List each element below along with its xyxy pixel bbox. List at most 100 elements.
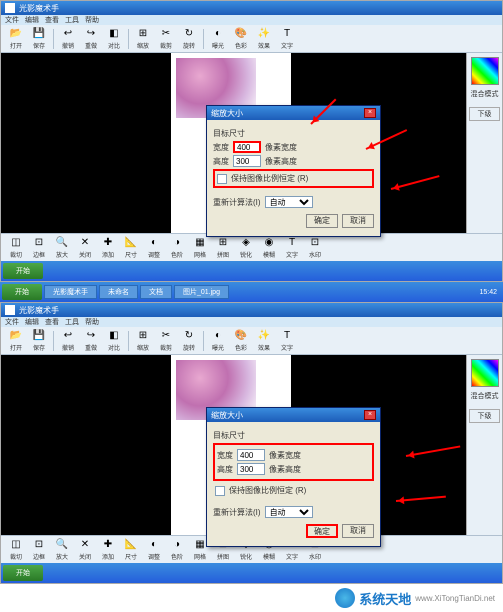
system-tray[interactable]: 15:42	[475, 289, 501, 296]
task-item[interactable]: 光影魔术手	[44, 285, 97, 299]
menu-help[interactable]: 帮助	[85, 317, 99, 327]
blur-icon: ◉	[262, 236, 276, 250]
color-swatch[interactable]	[471, 359, 499, 387]
bt-text[interactable]: T文字	[281, 236, 303, 260]
bt-watermark[interactable]: ⊡水印	[304, 236, 326, 260]
color-swatch[interactable]	[471, 57, 499, 85]
blend-mode-label: 混合模式	[469, 89, 500, 99]
menubar[interactable]: 文件 编辑 查看 工具 帮助	[1, 317, 502, 327]
tb-redo[interactable]: ↪重做	[80, 329, 102, 353]
tb-crop[interactable]: ✂裁剪	[155, 329, 177, 353]
zoom2-icon: 🔍	[55, 538, 69, 552]
menu-file[interactable]: 文件	[5, 317, 19, 327]
start-button[interactable]: 开始	[2, 284, 42, 300]
tb-undo[interactable]: ↩撤销	[57, 329, 79, 353]
exposure-icon: ◐	[211, 27, 225, 41]
ok-button[interactable]: 确定	[306, 214, 338, 228]
tb-effect[interactable]: ✨效果	[253, 27, 275, 51]
height-input[interactable]	[237, 463, 265, 475]
bt-blur[interactable]: ◉模糊	[258, 236, 280, 260]
task-item[interactable]: 文档	[140, 285, 172, 299]
bt-level[interactable]: ◑色阶	[166, 236, 188, 260]
bt-grid[interactable]: ▦网格	[189, 236, 211, 260]
grid-icon: ▦	[193, 538, 207, 552]
dialog-titlebar[interactable]: 缩放大小 ×	[207, 408, 380, 422]
tb-text[interactable]: T文字	[276, 329, 298, 353]
bt-close[interactable]: ✕关闭	[74, 236, 96, 260]
start-button[interactable]: 开始	[3, 263, 43, 279]
menu-edit[interactable]: 编辑	[25, 15, 39, 25]
menu-file[interactable]: 文件	[5, 15, 19, 25]
dialog-titlebar[interactable]: 缩放大小 ×	[207, 106, 380, 120]
watermark-brand: 系统天地	[359, 589, 411, 608]
bt-crop[interactable]: ◫裁切	[5, 236, 27, 260]
start-button[interactable]: 开始	[3, 565, 43, 581]
tb-save[interactable]: 💾保存	[28, 329, 50, 353]
method-select[interactable]: 自动	[265, 506, 313, 518]
method-select[interactable]: 自动	[265, 196, 313, 208]
tb-zoom[interactable]: ⊞缩放	[132, 27, 154, 51]
tb-zoom[interactable]: ⊞缩放	[132, 329, 154, 353]
level-icon: ◑	[170, 538, 184, 552]
cancel-button[interactable]: 取消	[342, 524, 374, 538]
tb-compare[interactable]: ◧对比	[103, 329, 125, 353]
tb-rotate[interactable]: ↻旋转	[178, 329, 200, 353]
bt-zoom[interactable]: 🔍放大	[51, 236, 73, 260]
tb-open[interactable]: 📂打开	[5, 27, 27, 51]
menu-tool[interactable]: 工具	[65, 15, 79, 25]
cancel-button[interactable]: 取消	[342, 214, 374, 228]
tb-color[interactable]: 🎨色彩	[230, 329, 252, 353]
menu-view[interactable]: 查看	[45, 15, 59, 25]
tb-rotate[interactable]: ↻旋转	[178, 27, 200, 51]
save-icon: 💾	[32, 27, 46, 41]
tb-text[interactable]: T文字	[276, 27, 298, 51]
app-icon	[5, 3, 15, 13]
height-input[interactable]	[233, 155, 261, 167]
ok-button[interactable]: 确定	[306, 524, 338, 538]
close-icon[interactable]: ×	[364, 108, 376, 118]
width-input[interactable]	[237, 449, 265, 461]
tb-color[interactable]: 🎨色彩	[230, 27, 252, 51]
separator	[128, 29, 129, 49]
task-item[interactable]: 图片_01.jpg	[174, 285, 229, 299]
tb-undo[interactable]: ↩撤销	[57, 27, 79, 51]
lock-ratio-checkbox[interactable]	[217, 174, 227, 184]
tb-open[interactable]: 📂打开	[5, 329, 27, 353]
size-icon: 📐	[124, 236, 138, 250]
lock-ratio-checkbox[interactable]	[215, 486, 225, 496]
close-icon[interactable]: ×	[364, 410, 376, 420]
menu-help[interactable]: 帮助	[85, 15, 99, 25]
bt-border[interactable]: ⊡边框	[28, 236, 50, 260]
compare-icon: ◧	[107, 27, 121, 41]
next-level-button[interactable]: 下级	[469, 107, 500, 121]
tb-compare[interactable]: ◧对比	[103, 27, 125, 51]
add-icon: ✚	[101, 236, 115, 250]
task-item[interactable]: 未命名	[99, 285, 138, 299]
adjust-icon: ◐	[147, 538, 161, 552]
next-level-button[interactable]: 下级	[469, 409, 500, 423]
text2-icon: T	[285, 236, 299, 250]
bt-size[interactable]: 📐尺寸	[120, 236, 142, 260]
bt-sharpen[interactable]: ◈锐化	[235, 236, 257, 260]
tb-crop[interactable]: ✂裁剪	[155, 27, 177, 51]
tb-exposure[interactable]: ◐曝光	[207, 27, 229, 51]
bottom-toolbar: ◫裁切 ⊡边框 🔍放大 ✕关闭 ✚添加 📐尺寸 ◐调整 ◑色阶 ▦网格 ⊞拼图 …	[1, 233, 502, 261]
effect-icon: ✨	[257, 329, 271, 343]
bt-adjust[interactable]: ◐调整	[143, 236, 165, 260]
watermark: 系统天地 www.XiTongTianDi.net	[0, 584, 503, 612]
tb-exposure[interactable]: ◐曝光	[207, 329, 229, 353]
tb-effect[interactable]: ✨效果	[253, 329, 275, 353]
bt-add[interactable]: ✚添加	[97, 236, 119, 260]
bt-collage[interactable]: ⊞拼图	[212, 236, 234, 260]
menu-view[interactable]: 查看	[45, 317, 59, 327]
group-label: 目标尺寸	[213, 430, 374, 441]
menubar[interactable]: 文件 编辑 查看 工具 帮助	[1, 15, 502, 25]
tb-save[interactable]: 💾保存	[28, 27, 50, 51]
tb-redo[interactable]: ↪重做	[80, 27, 102, 51]
menu-edit[interactable]: 编辑	[25, 317, 39, 327]
width-input[interactable]	[233, 141, 261, 153]
px-label: 像素宽度	[265, 142, 297, 153]
canvas-area: 混合模式 下级 缩放大小 × 目标尺寸 宽度 像素宽度 高度 像素高度	[1, 53, 502, 233]
text-icon: T	[280, 329, 294, 343]
menu-tool[interactable]: 工具	[65, 317, 79, 327]
